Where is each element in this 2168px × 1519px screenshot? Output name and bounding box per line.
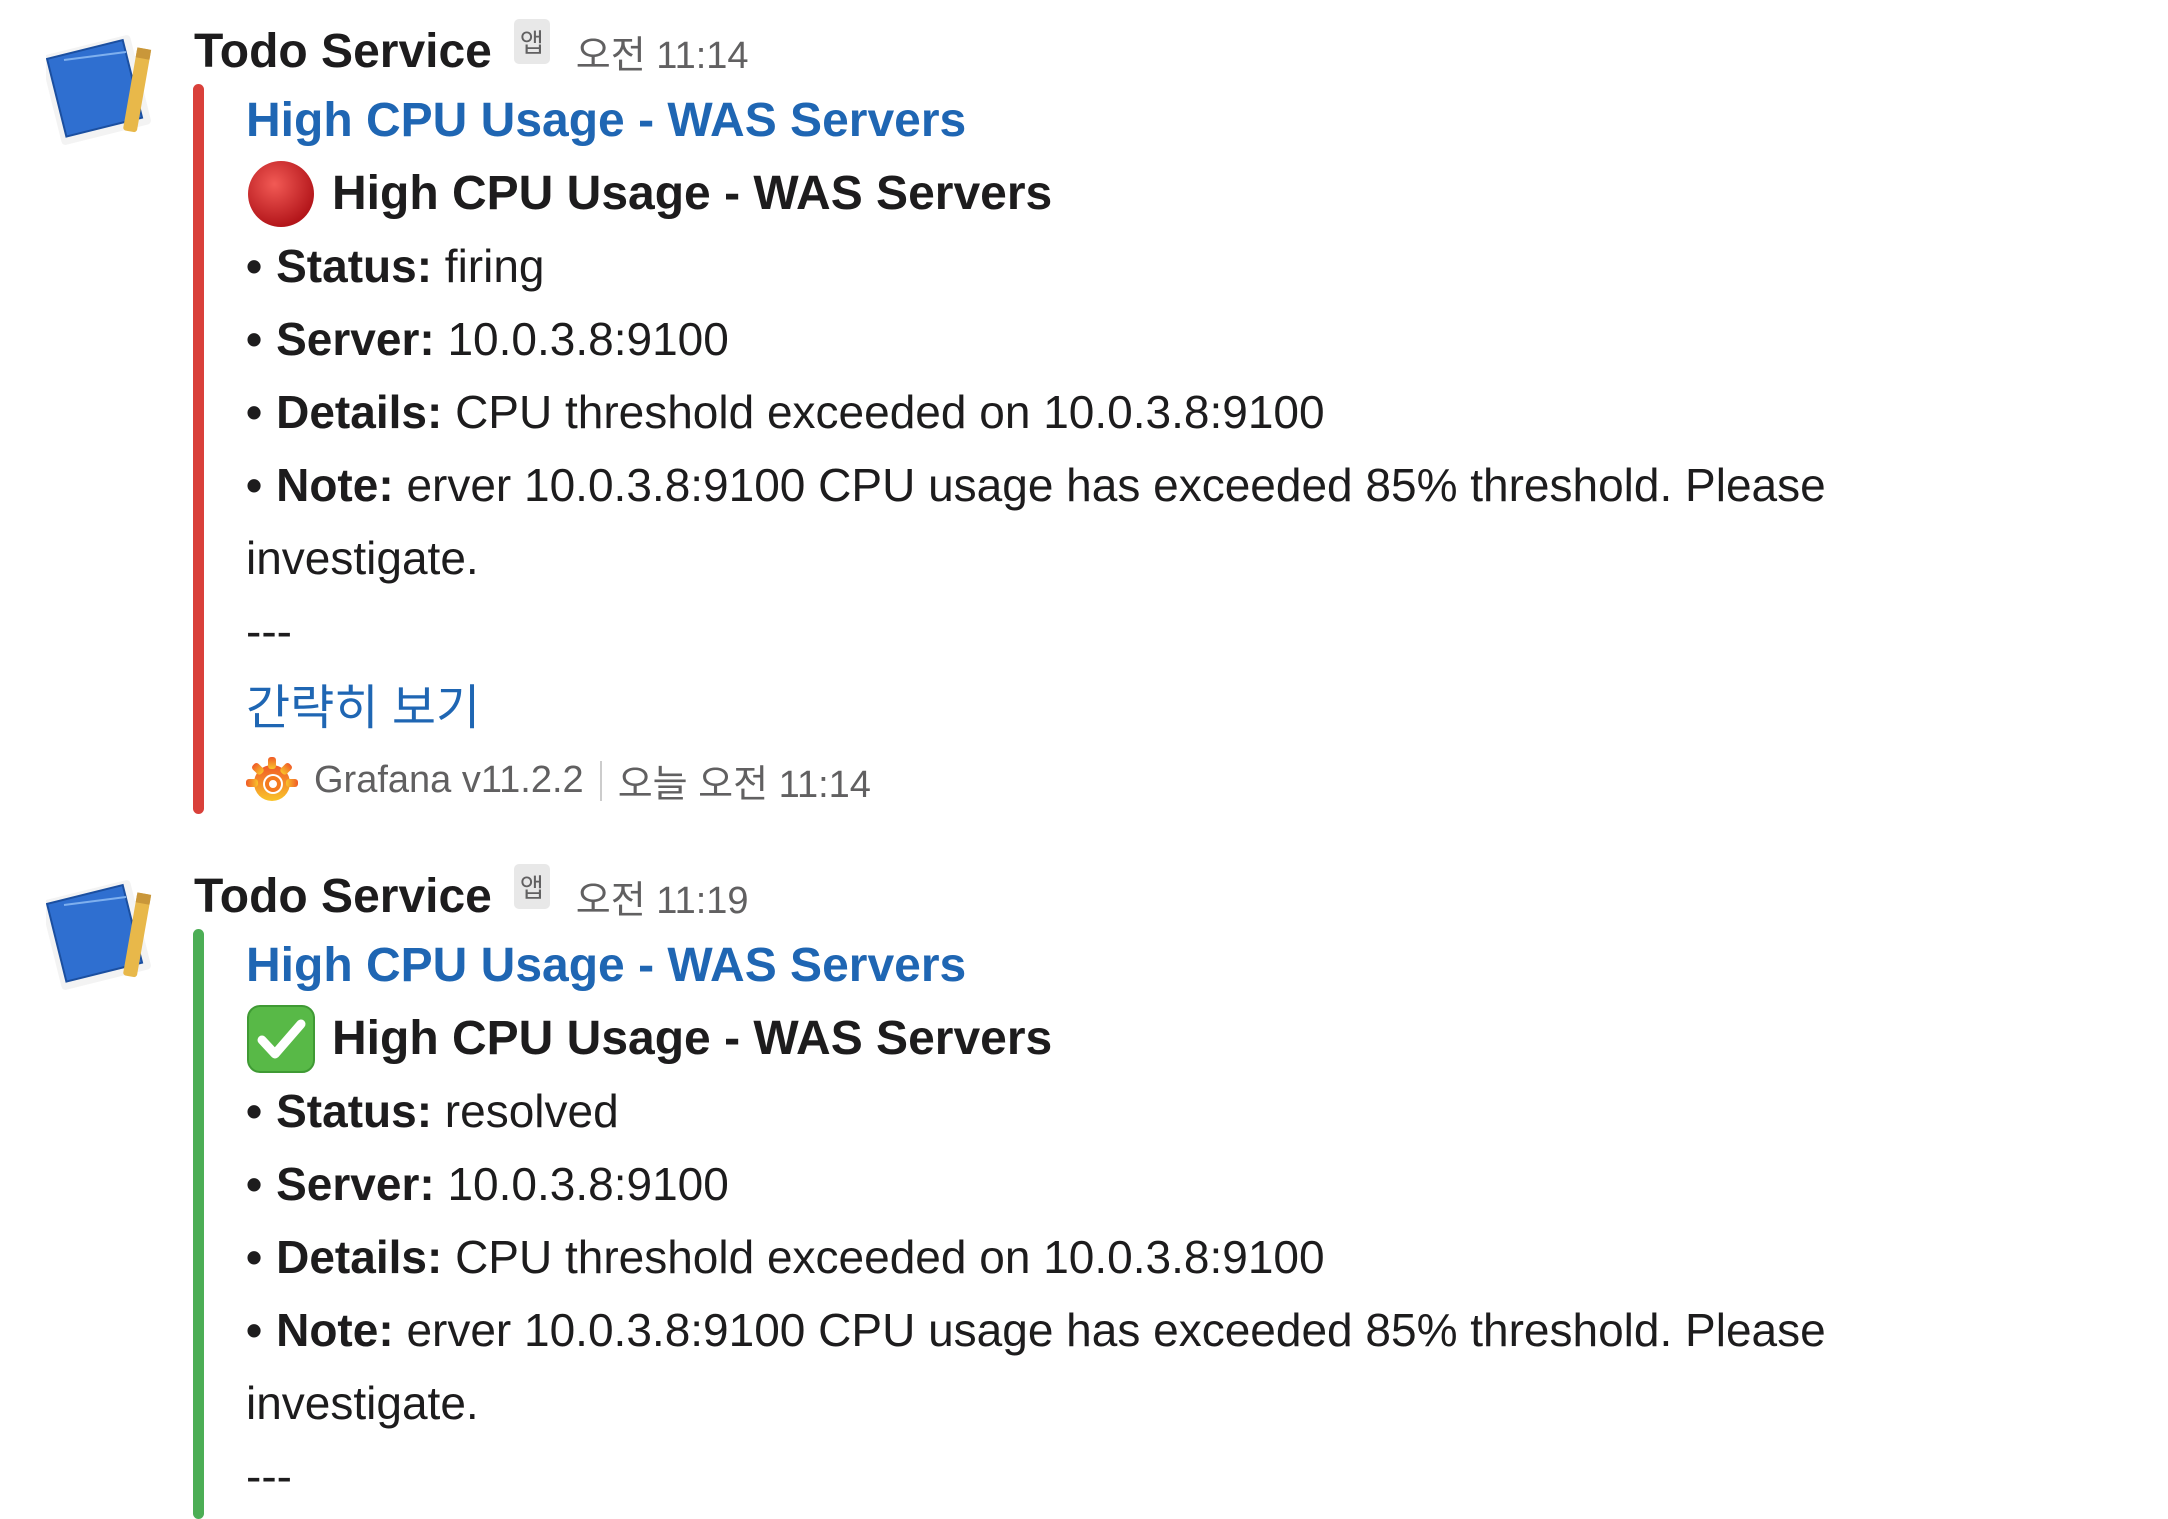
field-label: Server: xyxy=(276,313,435,365)
green-check-icon xyxy=(247,1004,315,1073)
field-value: erver 10.0.3.8:9100 CPU usage has exceed… xyxy=(246,459,1826,584)
sender-name[interactable]: Todo Service xyxy=(194,869,492,924)
field-value: CPU threshold exceeded on 10.0.3.8:9100 xyxy=(455,386,1325,438)
field-note: • Note: erver 10.0.3.8:9100 CPU usage has… xyxy=(246,1294,1946,1440)
field-label: Server: xyxy=(276,1158,435,1210)
alert-heading-text: High CPU Usage - WAS Servers xyxy=(332,1012,1053,1065)
field-status: • Status: firing xyxy=(246,230,2126,303)
field-value: resolved xyxy=(444,1085,619,1137)
separator-text: --- xyxy=(246,1450,292,1502)
bullet: • xyxy=(246,1085,263,1137)
alert-title-link[interactable]: High CPU Usage - WAS Servers xyxy=(246,929,2126,1002)
bullet: • xyxy=(246,1158,263,1210)
attachment-status-bar xyxy=(193,84,204,814)
field-value: erver 10.0.3.8:9100 CPU usage has exceed… xyxy=(246,1304,1826,1429)
field-label: Note: xyxy=(276,459,394,511)
bullet: • xyxy=(246,313,263,365)
alert-attachment: High CPU Usage - WAS Servers High CPU Us… xyxy=(246,84,2126,808)
attachment-footer: Grafana v11.2.2 오늘 오전 11:14 xyxy=(246,753,2126,808)
field-value: 10.0.3.8:9100 xyxy=(447,1158,729,1210)
app-avatar-notebook-icon[interactable] xyxy=(46,30,170,154)
alert-heading: High CPU Usage - WAS Servers xyxy=(246,157,2126,230)
message-timestamp[interactable]: 오전 11:19 xyxy=(576,869,749,924)
alert-heading: High CPU Usage - WAS Servers xyxy=(246,1002,2126,1075)
attachment-status-bar xyxy=(193,929,204,1519)
field-details: • Details: CPU threshold exceeded on 10.0… xyxy=(246,376,2126,449)
separator-text: --- xyxy=(246,605,292,657)
field-label: Note: xyxy=(276,1304,394,1356)
field-status: • Status: resolved xyxy=(246,1075,2126,1148)
footer-source: Grafana v11.2.2 xyxy=(314,759,584,801)
message-header: Todo Service 앱 오전 11:14 xyxy=(194,16,749,86)
bullet: • xyxy=(246,459,263,511)
bullet: • xyxy=(246,1304,263,1356)
field-label: Details: xyxy=(276,1231,443,1283)
alert-attachment: High CPU Usage - WAS Servers High CPU Us… xyxy=(246,929,2126,1513)
field-server: • Server: 10.0.3.8:9100 xyxy=(246,303,2126,376)
field-value: 10.0.3.8:9100 xyxy=(447,313,729,365)
sender-name[interactable]: Todo Service xyxy=(194,24,492,79)
field-label: Status: xyxy=(276,240,433,292)
field-value: CPU threshold exceeded on 10.0.3.8:9100 xyxy=(455,1231,1325,1283)
grafana-logo-icon xyxy=(246,756,298,801)
footer-divider xyxy=(599,760,602,801)
field-details: • Details: CPU threshold exceeded on 10.0… xyxy=(246,1221,2126,1294)
app-avatar-notebook-icon[interactable] xyxy=(46,875,170,999)
bullet: • xyxy=(246,386,263,438)
bullet: • xyxy=(246,1231,263,1283)
bullet: • xyxy=(246,240,263,292)
field-note: • Note: erver 10.0.3.8:9100 CPU usage has… xyxy=(246,449,1946,595)
alert-title-link[interactable]: High CPU Usage - WAS Servers xyxy=(246,84,2126,157)
alert-heading-text: High CPU Usage - WAS Servers xyxy=(332,167,1053,220)
footer-timestamp[interactable]: 오늘 오전 11:14 xyxy=(618,753,871,808)
field-server: • Server: 10.0.3.8:9100 xyxy=(246,1148,2126,1221)
app-badge: 앱 xyxy=(513,18,550,64)
message-timestamp[interactable]: 오전 11:14 xyxy=(576,24,749,79)
field-value: firing xyxy=(444,240,545,292)
field-label: Details: xyxy=(276,386,443,438)
message-header: Todo Service 앱 오전 11:19 xyxy=(194,861,749,931)
field-label: Status: xyxy=(276,1085,433,1137)
collapse-link[interactable]: 간략히 보기 xyxy=(246,672,480,745)
app-badge: 앱 xyxy=(513,863,550,909)
red-circle-icon xyxy=(248,160,314,227)
